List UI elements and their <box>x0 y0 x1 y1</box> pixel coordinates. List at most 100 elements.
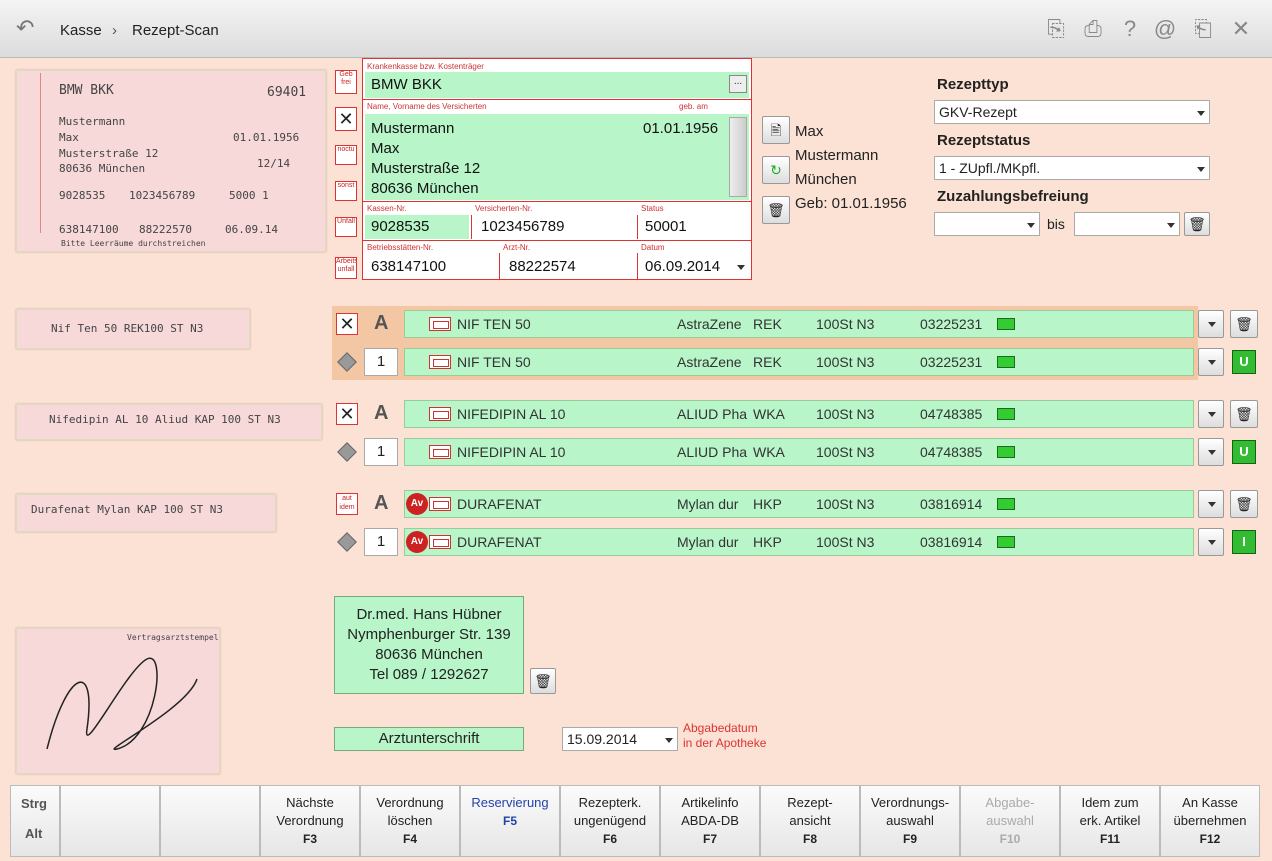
item-action-button[interactable]: I <box>1232 530 1256 554</box>
bsnr-value[interactable]: 638147100 <box>371 258 446 275</box>
label-gebfrei[interactable]: Geb frei <box>335 70 357 94</box>
page-title: Rezept-Scan <box>132 22 219 39</box>
label-unfall[interactable]: Unfall <box>335 217 357 237</box>
label-noctu[interactable]: noctu <box>335 145 357 165</box>
fkey-key: F9 <box>902 832 917 846</box>
datum-value[interactable]: 06.09.2014 <box>645 258 720 275</box>
to-dropdown-icon[interactable] <box>1167 223 1175 228</box>
item-dropdown-button[interactable] <box>1198 490 1224 518</box>
befreiung-from-select[interactable] <box>934 212 1040 236</box>
item-action-button[interactable]: U <box>1232 350 1256 374</box>
fkey-f6[interactable]: Rezepterk. ungenügend F6 <box>560 785 660 857</box>
back-arrow-icon[interactable]: ↶ <box>16 17 44 39</box>
item-pzn: 03816914 <box>920 496 983 512</box>
alt-label[interactable]: Alt <box>25 826 42 841</box>
label-arbeitsunfall[interactable]: Arbeits unfall <box>335 257 357 279</box>
print-icon[interactable]: ⎙ <box>1080 16 1106 42</box>
strg-label[interactable]: Strg <box>21 796 47 811</box>
item-action-button[interactable]: U <box>1232 440 1256 464</box>
rezepttyp-select[interactable]: GKV-Rezept <box>934 100 1210 124</box>
rezeptstatus-select[interactable]: 1 - ZUpfl./MKpfl. <box>934 156 1210 180</box>
rezeptstatus-value: 1 - ZUpfl./MKpfl. <box>939 160 1041 176</box>
knr-value[interactable]: 9028535 <box>371 218 429 235</box>
rezeptstatus-label: Rezeptstatus <box>937 132 1031 149</box>
fkey-f7[interactable]: Artikelinfo ABDA-DB F7 <box>660 785 760 857</box>
rezeptstatus-dropdown-icon[interactable] <box>1197 167 1205 172</box>
item-pzn: 04748385 <box>920 444 983 460</box>
help-icon[interactable]: ? <box>1117 16 1143 42</box>
email-icon[interactable]: @ <box>1152 16 1178 42</box>
name-line2[interactable]: Max <box>371 140 399 157</box>
befreiung-trash-icon[interactable]: 🗑 <box>1184 212 1210 236</box>
geb-value[interactable]: 01.01.1956 <box>643 120 718 137</box>
item-x-checkbox[interactable]: ✕ <box>336 403 358 425</box>
item-quantity[interactable]: 1 <box>364 528 398 556</box>
name-line1[interactable]: Mustermann <box>371 120 454 137</box>
scan-name1: Mustermann <box>59 115 126 128</box>
item-row[interactable]: Av DURAFENAT Mylan dur HKP 100St N3 03816914 <box>404 528 1194 556</box>
doctor-trash-icon[interactable]: 🗑 <box>530 668 556 694</box>
item-trash-icon[interactable]: 🗑 <box>1230 490 1258 518</box>
label-arzt: Arzt-Nr. <box>503 243 531 252</box>
fkey-f3[interactable]: Nächste Verordnung F3 <box>260 785 360 857</box>
fkey-f4[interactable]: Verordnung löschen F4 <box>360 785 460 857</box>
item-trash-icon[interactable]: 🗑 <box>1230 310 1258 338</box>
item-menge: 100St N3 <box>816 354 875 370</box>
item-row[interactable]: NIF TEN 50 AstraZene REK 100St N3 03225231 <box>404 348 1194 376</box>
diamond-icon[interactable] <box>337 442 357 462</box>
fkey-f12[interactable]: An Kasse übernehmen F12 <box>1160 785 1260 857</box>
city-value[interactable]: 80636 München <box>371 180 479 197</box>
item-quantity[interactable]: 1 <box>364 348 398 376</box>
doctor-box[interactable]: Dr.med. Hans Hübner Nymphenburger Str. 1… <box>334 596 524 694</box>
breadcrumb-kasse[interactable]: Kasse <box>60 22 102 39</box>
item-trash-icon[interactable]: 🗑 <box>1230 400 1258 428</box>
item-name: DURAFENAT <box>457 496 542 512</box>
close-icon[interactable]: ✕ <box>1228 16 1254 42</box>
fkey-f5[interactable]: Reservierung F5 <box>460 785 560 857</box>
trash-icon[interactable]: 🗑 <box>762 196 790 224</box>
item-dropdown-button[interactable] <box>1198 400 1224 428</box>
kasse-value[interactable]: BMW BKK <box>371 76 442 93</box>
abgabedatum-select[interactable]: 15.09.2014 <box>562 727 678 751</box>
item-dropdown-button[interactable] <box>1198 348 1224 376</box>
item-menge: 100St N3 <box>816 444 875 460</box>
item-row[interactable]: NIFEDIPIN AL 10 ALIUD Pha WKA 100St N3 04748… <box>404 438 1194 466</box>
refresh-icon[interactable]: ↻ <box>762 156 790 184</box>
item-row[interactable]: Av DURAFENAT Mylan dur HKP 100St N3 03816914 <box>404 490 1194 518</box>
copy-icon[interactable]: ⎘ <box>1043 16 1069 42</box>
arztunterschrift-button[interactable]: Arztunterschrift <box>334 727 524 751</box>
aut-idem-checkbox[interactable]: aut idem <box>336 493 358 515</box>
fkey-f11[interactable]: Idem zum erk. Artikel F11 <box>1060 785 1160 857</box>
vnr-value[interactable]: 1023456789 <box>481 218 564 235</box>
scan-line-3: Durafenat Mylan KAP 100 ST N3 <box>16 494 276 532</box>
fkey-f10[interactable]: Abgabe-auswahl F10 <box>960 785 1060 857</box>
window-icon[interactable]: ⎗ <box>1190 16 1216 42</box>
label-geb: geb. am <box>679 102 708 111</box>
abgabedatum-dropdown-icon[interactable] <box>665 738 673 743</box>
checkbox-x[interactable]: ✕ <box>335 107 357 131</box>
diamond-icon[interactable] <box>337 532 357 552</box>
item-dropdown-button[interactable] <box>1198 310 1224 338</box>
item-x-checkbox[interactable]: ✕ <box>336 313 358 335</box>
rezepttyp-dropdown-icon[interactable] <box>1197 111 1205 116</box>
item-row[interactable]: NIF TEN 50 AstraZene REK 100St N3 03225231 <box>404 310 1194 338</box>
item-row[interactable]: NIFEDIPIN AL 10 ALIUD Pha WKA 100St N3 04748… <box>404 400 1194 428</box>
label-sonst[interactable]: sonst <box>335 181 357 201</box>
name-scrollbar[interactable] <box>729 117 747 197</box>
befreiung-to-select[interactable] <box>1074 212 1180 236</box>
fkey-f8[interactable]: Rezept-ansicht F8 <box>760 785 860 857</box>
fkey-empty-1 <box>60 785 160 857</box>
kasse-more-button[interactable]: ... <box>729 75 747 93</box>
arzt-value[interactable]: 88222574 <box>509 258 576 275</box>
item-hersteller: AstraZene <box>677 316 742 332</box>
av-icon: Av <box>406 493 428 515</box>
street-value[interactable]: Musterstraße 12 <box>371 160 480 177</box>
patient-card-icon[interactable]: 🖹 <box>762 116 790 144</box>
datum-dropdown-icon[interactable] <box>737 265 745 270</box>
status-value[interactable]: 50001 <box>645 218 687 235</box>
item-dropdown-button[interactable] <box>1198 438 1224 466</box>
fkey-f9[interactable]: Verordnungs-auswahl F9 <box>860 785 960 857</box>
item-quantity[interactable]: 1 <box>364 438 398 466</box>
item-dropdown-button[interactable] <box>1198 528 1224 556</box>
from-dropdown-icon[interactable] <box>1027 223 1035 228</box>
